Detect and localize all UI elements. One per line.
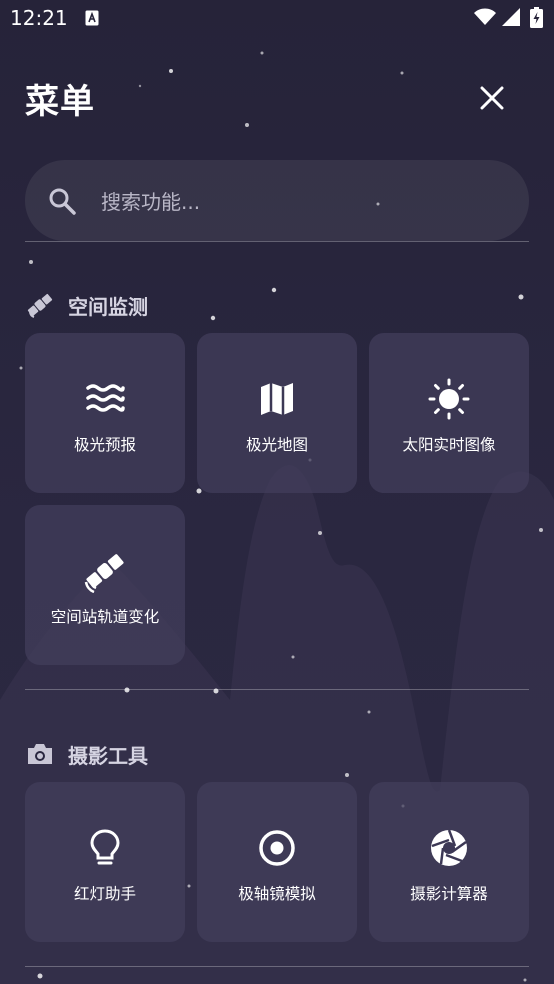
menu-card-label: 极光预报 — [73, 436, 136, 454]
battery-charging-icon — [530, 7, 543, 28]
menu-card-label: 空间站轨道变化 — [50, 608, 160, 626]
sun-icon — [427, 377, 471, 421]
satellite-icon — [83, 549, 127, 593]
section-header-space-monitoring: 空间监测 — [25, 290, 148, 320]
status-bar: 12:21 — [0, 0, 554, 36]
menu-card-station-orbit[interactable]: 空间站轨道变化 — [25, 505, 185, 665]
camera-icon — [25, 739, 55, 769]
section-title: 空间监测 — [68, 294, 148, 319]
section-title: 摄影工具 — [68, 743, 148, 768]
menu-card-polar-scope-sim[interactable]: 极轴镜模拟 — [197, 782, 357, 942]
menu-card-aurora-map[interactable]: 极光地图 — [197, 333, 357, 493]
page-title: 菜单 — [25, 82, 95, 122]
lightbulb-icon — [83, 826, 127, 870]
aperture-icon — [427, 826, 471, 870]
menu-card-label: 红灯助手 — [73, 885, 136, 903]
section-header-photography-tools: 摄影工具 — [25, 739, 148, 769]
search-bar[interactable]: 搜索功能... — [25, 160, 529, 241]
notification-app-icon — [85, 10, 99, 26]
divider — [25, 241, 529, 242]
divider — [25, 689, 529, 690]
close-icon — [480, 86, 504, 110]
close-button[interactable] — [472, 78, 512, 118]
target-icon — [255, 826, 299, 870]
divider — [25, 966, 529, 967]
menu-card-label: 极光地图 — [245, 436, 308, 454]
status-time: 12:21 — [10, 6, 68, 30]
signal-icon — [502, 8, 520, 26]
menu-card-label: 太阳实时图像 — [402, 436, 496, 454]
menu-card-red-light-assistant[interactable]: 红灯助手 — [25, 782, 185, 942]
search-input[interactable]: 搜索功能... — [101, 186, 200, 215]
waves-icon — [83, 377, 127, 421]
menu-card-label: 极轴镜模拟 — [238, 885, 316, 903]
menu-card-sun-live-image[interactable]: 太阳实时图像 — [369, 333, 529, 493]
satellite-icon — [25, 290, 55, 320]
menu-card-aurora-forecast[interactable]: 极光预报 — [25, 333, 185, 493]
map-icon — [255, 377, 299, 421]
wifi-icon — [474, 8, 496, 25]
menu-card-photo-calculator[interactable]: 摄影计算器 — [369, 782, 529, 942]
menu-card-label: 摄影计算器 — [410, 885, 488, 903]
search-icon — [47, 186, 77, 216]
